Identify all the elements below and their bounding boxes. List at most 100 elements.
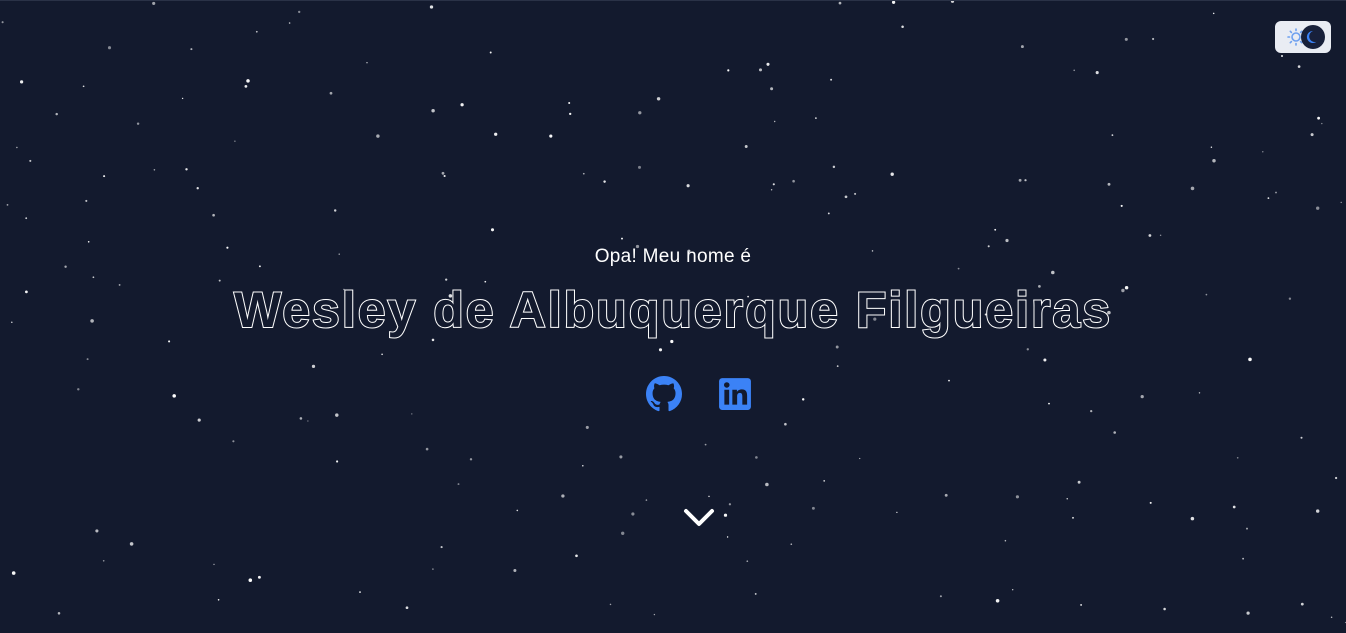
star xyxy=(621,237,623,240)
star xyxy=(773,120,776,123)
star xyxy=(1232,505,1236,509)
hero-name: Wesley de Albuquerque Filgueiras xyxy=(233,281,1113,339)
star xyxy=(29,159,32,162)
star xyxy=(1190,186,1195,191)
star xyxy=(197,418,201,422)
star xyxy=(55,112,58,116)
star xyxy=(405,606,409,610)
star xyxy=(670,339,674,344)
star xyxy=(1275,191,1277,194)
star xyxy=(827,212,830,215)
star xyxy=(792,179,795,183)
star xyxy=(460,103,464,107)
star xyxy=(1124,37,1128,41)
star xyxy=(1107,182,1111,186)
star xyxy=(939,595,942,598)
star xyxy=(1242,557,1244,560)
star xyxy=(1080,603,1083,606)
star xyxy=(244,85,248,88)
star xyxy=(653,613,656,616)
star xyxy=(185,168,188,171)
star xyxy=(568,101,571,105)
star xyxy=(728,503,732,506)
star xyxy=(815,117,817,119)
star xyxy=(1236,456,1239,459)
star xyxy=(490,228,495,232)
star xyxy=(1316,206,1320,210)
star xyxy=(823,480,826,482)
star xyxy=(257,575,261,579)
star xyxy=(859,457,861,460)
chevron-down-icon[interactable] xyxy=(681,504,717,532)
star xyxy=(766,62,770,66)
star xyxy=(1077,480,1081,484)
star xyxy=(621,531,625,535)
star xyxy=(246,79,250,83)
star xyxy=(1072,516,1074,519)
star xyxy=(425,447,429,451)
star xyxy=(1113,431,1116,434)
star xyxy=(376,134,380,138)
star xyxy=(107,46,112,50)
star xyxy=(1043,358,1047,362)
star xyxy=(299,417,303,420)
star xyxy=(217,599,220,601)
star xyxy=(891,1,896,4)
star xyxy=(801,398,805,401)
star xyxy=(212,213,215,217)
star xyxy=(1015,495,1020,499)
star xyxy=(686,184,690,188)
star xyxy=(136,122,140,125)
star xyxy=(1018,178,1022,182)
star xyxy=(25,217,28,220)
star xyxy=(1212,12,1215,15)
star xyxy=(1316,509,1320,513)
github-link[interactable] xyxy=(646,376,682,412)
star xyxy=(1300,602,1304,606)
star xyxy=(1073,69,1076,72)
star xyxy=(86,358,89,361)
star xyxy=(311,364,316,369)
star xyxy=(1140,394,1144,399)
star xyxy=(333,209,337,212)
star xyxy=(844,195,848,199)
toggle-knob[interactable] xyxy=(1301,25,1325,49)
star xyxy=(1149,501,1152,504)
star xyxy=(329,91,333,95)
star xyxy=(153,169,156,171)
star xyxy=(103,175,106,178)
star xyxy=(381,353,383,356)
star xyxy=(234,140,236,142)
star xyxy=(638,165,641,169)
star xyxy=(255,30,258,33)
star xyxy=(57,612,61,615)
star xyxy=(1317,116,1320,120)
star xyxy=(569,112,572,116)
star xyxy=(645,499,648,501)
star xyxy=(1300,436,1303,439)
linkedin-link[interactable] xyxy=(718,377,754,413)
star xyxy=(11,571,16,575)
star xyxy=(765,482,769,487)
star xyxy=(489,51,492,54)
star xyxy=(549,134,553,138)
star xyxy=(6,204,9,206)
star xyxy=(1212,159,1216,163)
star xyxy=(335,413,339,417)
star xyxy=(744,145,748,148)
star xyxy=(1026,348,1029,351)
star xyxy=(469,458,473,461)
star xyxy=(102,559,105,562)
star xyxy=(582,464,584,467)
star xyxy=(832,165,836,169)
star xyxy=(772,183,775,186)
star xyxy=(181,97,184,100)
star xyxy=(1198,392,1201,394)
star xyxy=(441,171,445,175)
star xyxy=(704,443,707,446)
star xyxy=(770,87,774,91)
theme-toggle[interactable] xyxy=(1275,21,1331,53)
star xyxy=(1310,133,1314,137)
star xyxy=(20,80,24,84)
star xyxy=(995,599,1000,603)
